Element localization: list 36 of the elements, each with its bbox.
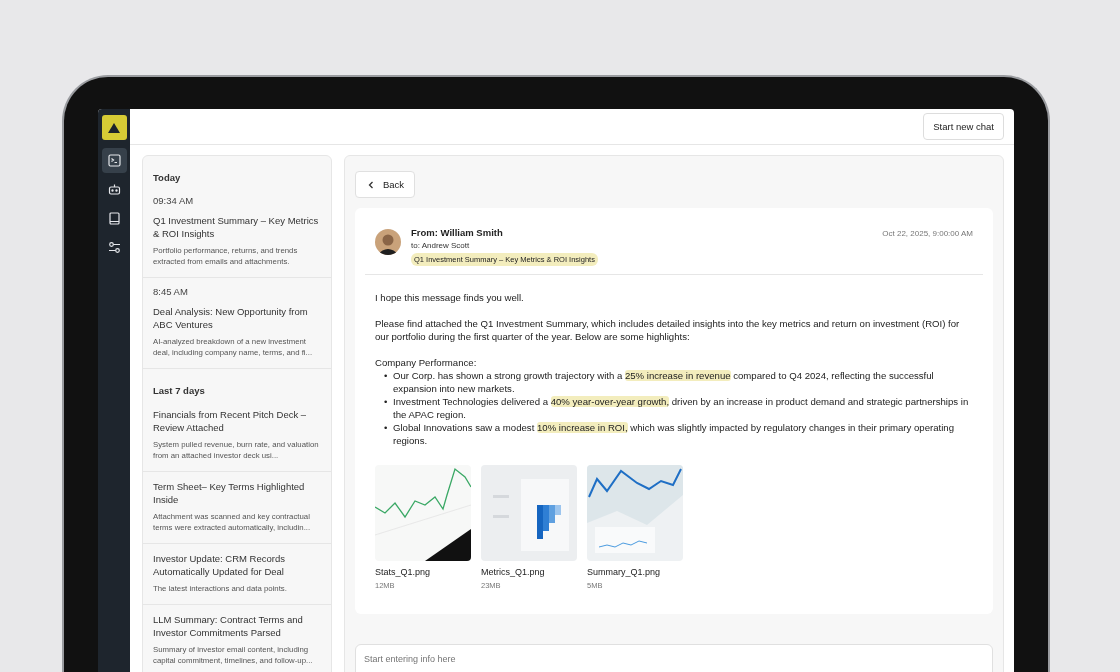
list-heading: Company Performance: — [375, 356, 478, 369]
bullet-text: Investment Technologies delivered a 40% year-over-year growth, driven by an increase in product demand and strategic partnerships in the APAC region. — [393, 395, 970, 421]
robot-icon — [107, 183, 121, 196]
section-heading: Today — [152, 171, 182, 185]
conversation-title: Q1 Investment Summary – Key Metrics & ROI Insights — [153, 214, 320, 240]
bullet-marker: • — [384, 369, 389, 383]
conversation-title: Deal Analysis: New Opportunity from ABC Ventures — [153, 305, 309, 331]
chevron-left-icon — [368, 180, 374, 189]
bullet-text: Global Innovations saw a modest 10% increase in ROI, which was slightly impacted by regulatory changes in their primary operating regions. — [393, 421, 955, 447]
sliders-icon — [107, 241, 121, 254]
conversation-title: Investor Update: CRM Records Automatically Updated for Deal — [153, 552, 286, 578]
conversation-time: 09:34 AM — [153, 195, 195, 206]
email-paragraph: I hope this message finds you well. — [375, 291, 525, 304]
back-button[interactable]: Back — [355, 171, 416, 198]
avatar — [375, 229, 401, 255]
sender-name: From: William Smith — [411, 227, 503, 238]
email-paragraph: Please find attached the Q1 Investment Summary, which includes detailed insights into the key metrics and return on investment (ROI) for our portfolio during the first quarter of the year. Below are some highlights: — [375, 317, 961, 343]
bullet-text: Our Corp. has shown a strong growth trajectory with a 25% increase in revenue compared to Q4 2024, reflecting the successful expansion into new markets. — [393, 369, 935, 395]
bullet-marker: • — [384, 395, 389, 409]
attachment-name: Metrics_Q1.png — [481, 566, 546, 579]
attachment-name: Stats_Q1.png — [375, 566, 432, 579]
bullet-marker: • — [384, 421, 389, 435]
conversation-title: LLM Summary: Contract Terms and Investor Commitments Parsed — [153, 613, 304, 639]
recipient: to: Andrew Scott — [411, 241, 470, 250]
email-date: Oct 22, 2025, 9:00:00 AM — [882, 229, 973, 238]
attachment-name: Summary_Q1.png — [587, 566, 662, 579]
section-heading: Last 7 days — [152, 384, 206, 398]
conversation-time: 8:45 AM — [153, 286, 189, 297]
start-new-chat-button[interactable]: Start new chat — [923, 113, 1004, 140]
logo-icon — [101, 115, 127, 140]
book-icon — [107, 212, 121, 225]
conversation-title: Term Sheet– Key Terms Highlighted Inside — [153, 480, 306, 506]
terminal-icon — [107, 154, 121, 167]
terminal-nav-button[interactable] — [101, 148, 127, 173]
conversation-title: Financials from Recent Pitch Deck – Review Attached — [153, 408, 308, 434]
message-input[interactable]: Start entering info here — [355, 644, 993, 672]
